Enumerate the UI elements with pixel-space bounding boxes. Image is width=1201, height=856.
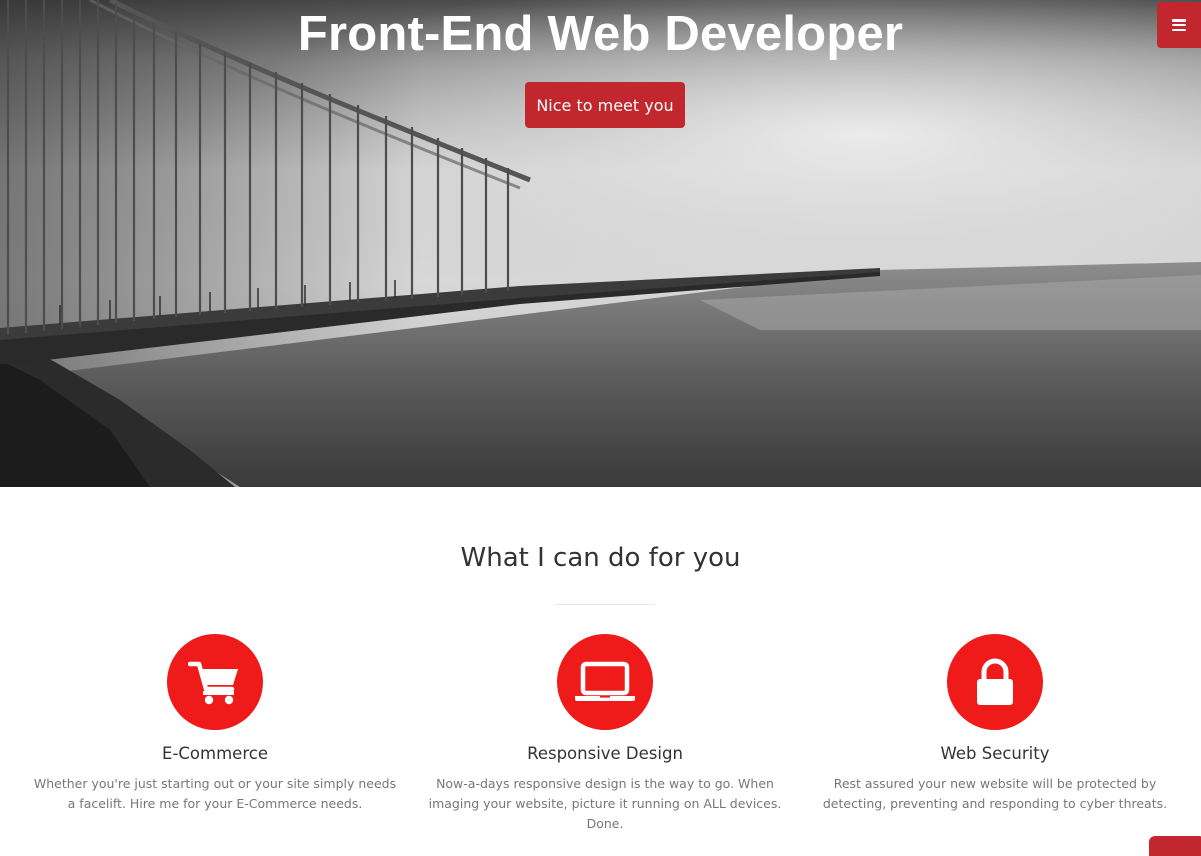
- menu-toggle-button[interactable]: [1157, 2, 1201, 48]
- service-description: Whether you're just starting out or your…: [33, 776, 397, 811]
- service-title: Web Security: [940, 744, 1050, 763]
- laptop-icon: [575, 661, 635, 701]
- hero-title: Front-End Web Developer: [297, 7, 904, 61]
- hero-background-image: [0, 0, 1201, 487]
- scroll-top-button[interactable]: [1149, 836, 1201, 856]
- service-responsive-design: Responsive Design Now-a-days responsive …: [410, 634, 800, 834]
- service-ecommerce: E-Commerce Whether you're just starting …: [20, 634, 410, 814]
- service-icon-circle: [557, 634, 653, 730]
- bars-icon: [1172, 19, 1186, 31]
- service-icon-circle: [167, 634, 263, 730]
- nice-to-meet-you-button[interactable]: Nice to meet you: [525, 82, 685, 128]
- service-description: Rest assured your new website will be pr…: [822, 776, 1168, 811]
- service-web-security: Web Security Rest assured your new websi…: [800, 634, 1190, 814]
- services-heading: What I can do for you: [460, 543, 741, 573]
- service-icon-circle: [947, 634, 1043, 730]
- service-description: Now-a-days responsive design is the way …: [428, 776, 782, 831]
- lock-icon: [977, 658, 1013, 705]
- hero-section: Front-End Web Developer Nice to meet you: [0, 0, 1201, 487]
- shopping-cart-icon: [188, 661, 238, 705]
- service-title: Responsive Design: [527, 744, 683, 763]
- section-divider: [555, 604, 655, 605]
- service-title: E-Commerce: [162, 744, 268, 763]
